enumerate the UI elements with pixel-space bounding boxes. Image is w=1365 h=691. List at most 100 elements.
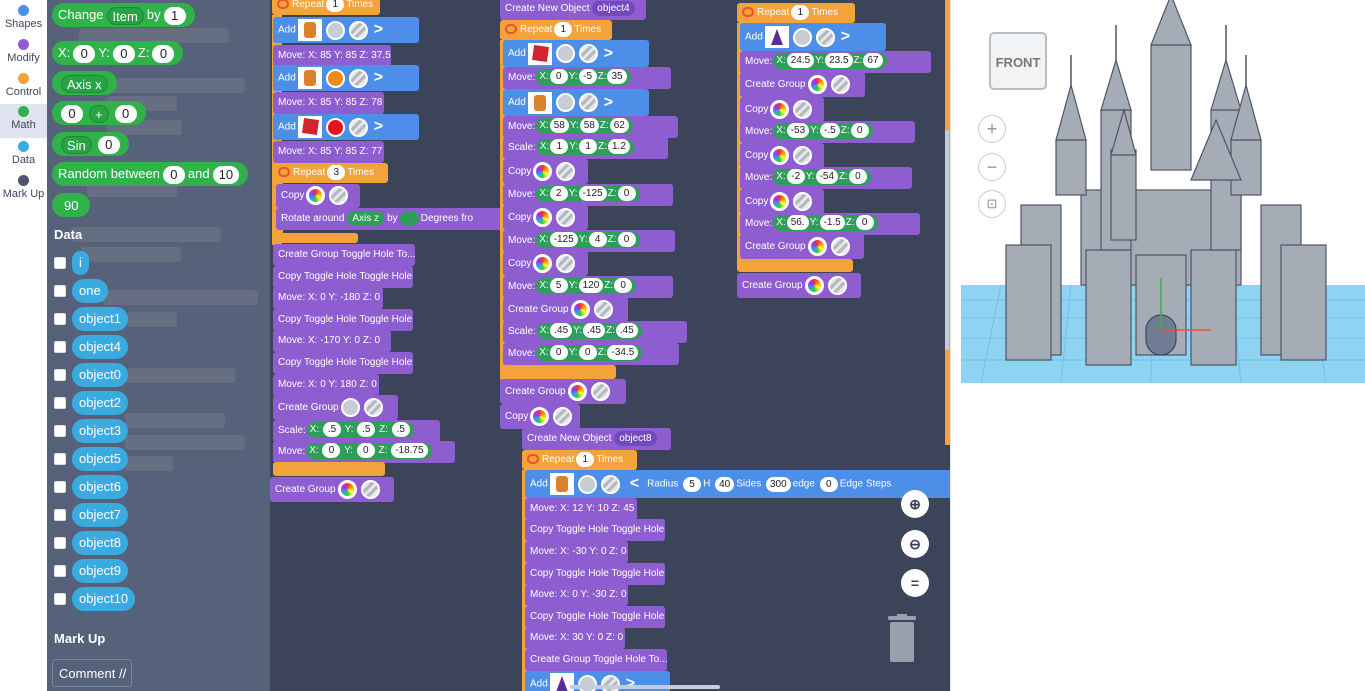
category-modify[interactable]: Modify	[0, 37, 47, 71]
color-swatch-icon[interactable]	[555, 44, 575, 63]
scale-block[interactable]: Scale: X: .5 Y: .5 Z: .5	[273, 420, 440, 442]
hole-swatch-icon[interactable]	[815, 27, 835, 47]
move-block[interactable]: Move: X: 24.5 Y: 23.5 Z: 67	[740, 51, 931, 73]
hole-swatch-icon[interactable]	[830, 236, 850, 256]
x-value[interactable]: 5	[549, 278, 568, 294]
hole-swatch-icon[interactable]	[553, 406, 573, 426]
repeat-block[interactable]: Repeat 1 Times	[522, 450, 637, 470]
random-max[interactable]: 10	[212, 165, 240, 184]
y-value[interactable]: .5	[357, 422, 376, 438]
operator-dropdown[interactable]: +	[89, 104, 109, 123]
rainbow-color-icon[interactable]	[533, 253, 553, 273]
random-min[interactable]: 0	[162, 165, 185, 184]
xyz-block[interactable]: X: 0 Y: 0 Z: 0	[52, 41, 184, 65]
y-value[interactable]: .45	[583, 323, 605, 339]
z-value[interactable]: 0	[617, 186, 636, 202]
viewer-zoom-in-icon[interactable]: +	[978, 115, 1006, 143]
repeat-count[interactable]: 1	[326, 0, 345, 12]
move-block[interactable]: Move: X: -53 Y: -.5 Z: 0	[740, 121, 915, 143]
z-value[interactable]: 0	[848, 169, 867, 185]
zoom-out-icon[interactable]: ⊖	[901, 530, 929, 558]
object-dropdown[interactable]: object4	[592, 0, 635, 16]
hole-swatch-icon[interactable]	[600, 474, 620, 494]
variable-checkbox[interactable]	[54, 509, 66, 521]
red-color-icon[interactable]	[325, 117, 345, 137]
edge-value[interactable]: 0	[819, 476, 838, 492]
add-cylinder-block[interactable]: Add >	[273, 17, 419, 43]
viewer-zoom-out-icon[interactable]: −	[978, 153, 1006, 181]
x-value[interactable]: 2	[549, 186, 568, 202]
hole-swatch-icon[interactable]	[830, 74, 850, 94]
add-box-block[interactable]: Add >	[503, 40, 649, 67]
variable-block[interactable]: object6	[72, 475, 128, 499]
fit-view-icon[interactable]: ⊡	[978, 190, 1006, 218]
hole-swatch-icon[interactable]	[590, 381, 610, 401]
chevron-right-icon[interactable]: >	[374, 114, 383, 140]
copy-toggle-block[interactable]: Copy Toggle Hole Toggle Hole	[525, 519, 665, 541]
move-block[interactable]: Move: X: 85 Y: 85 Z: 77	[273, 141, 384, 163]
z-value[interactable]: 62	[609, 118, 629, 134]
move-block[interactable]: Move: X: 56. Y: -1.5 Z: 0	[740, 213, 920, 235]
arithmetic-block[interactable]: 0 +0	[52, 101, 146, 125]
z-value[interactable]: .45	[615, 323, 638, 339]
move-block[interactable]: Move: X: -125 Y: 4 Z: 0	[503, 230, 675, 252]
variable-block[interactable]: object0	[72, 363, 128, 387]
hole-swatch-icon[interactable]	[556, 161, 576, 181]
random-block[interactable]: Random between 0 and 10	[52, 162, 249, 186]
trash-icon[interactable]	[884, 614, 920, 664]
variable-checkbox[interactable]	[54, 593, 66, 605]
radius-value[interactable]: 5	[683, 476, 702, 492]
create-group-block[interactable]: Create Group	[740, 234, 864, 259]
y-value[interactable]: -5	[578, 69, 597, 85]
3d-viewer[interactable]: FRONT + − ⊡	[950, 0, 1365, 691]
rainbow-color-icon[interactable]	[306, 185, 326, 205]
x-value[interactable]: 58	[549, 118, 569, 134]
add-cone-block[interactable]: Add >	[740, 23, 886, 51]
repeat-count[interactable]: 1	[576, 451, 595, 467]
z-value[interactable]: 67	[863, 53, 883, 69]
color-swatch-icon[interactable]	[340, 397, 360, 417]
rainbow-color-icon[interactable]	[567, 381, 587, 401]
copy-block[interactable]: Copy	[740, 97, 824, 122]
create-group-toggle-block[interactable]: Create Group Toggle Hole To...	[273, 244, 416, 266]
move-block[interactable]: Move: X: 0 Y: 0 Z: -34.5	[503, 343, 679, 365]
category-math[interactable]: Math	[0, 104, 47, 138]
variable-block[interactable]: object9	[72, 559, 128, 583]
sides-value[interactable]: 300	[766, 476, 791, 492]
move-block[interactable]: Move: X: 58 Y: 58 Z: 62	[503, 116, 678, 138]
hole-swatch-icon[interactable]	[348, 20, 368, 40]
category-data[interactable]: Data	[0, 139, 47, 173]
variable-checkbox[interactable]	[54, 481, 66, 493]
z-value[interactable]: .5	[391, 422, 410, 438]
create-new-object-block[interactable]: Create New Object object8	[522, 428, 671, 450]
rainbow-color-icon[interactable]	[533, 207, 553, 227]
repeat-block[interactable]: Repeat 1 Times	[272, 0, 380, 15]
copy-block[interactable]: Copy	[740, 143, 824, 168]
x-value[interactable]: 0	[73, 44, 96, 63]
z-value[interactable]: 35	[607, 69, 627, 85]
z-value[interactable]: 0	[850, 123, 869, 139]
add-box-block[interactable]: Add >	[273, 114, 419, 140]
copy-block[interactable]: Copy	[503, 251, 588, 276]
copy-toggle-block[interactable]: Copy Toggle Hole Toggle Hole	[525, 563, 665, 585]
color-swatch-icon[interactable]	[555, 93, 575, 112]
hole-swatch-icon[interactable]	[348, 68, 368, 88]
z-value[interactable]: 0	[855, 215, 874, 231]
y-value[interactable]: 1	[579, 139, 598, 155]
z-value[interactable]: 0	[152, 44, 175, 63]
move-block[interactable]: Move: X: 85 Y: 85 Z: 37.5	[273, 45, 391, 67]
axis-block[interactable]: Axis x	[52, 71, 117, 95]
move-block[interactable]: Move: X: 0 Y: 0 Z: -18.75	[273, 441, 455, 463]
copy-block[interactable]: Copy	[740, 189, 824, 214]
add-cylinder-block[interactable]: Add < Radius 5H 40 Sides 300 edge 0 Edge Step…	[525, 470, 950, 498]
hole-swatch-icon[interactable]	[578, 93, 598, 112]
move-block[interactable]: Move: X: 30 Y: 0 Z: 0	[525, 627, 625, 649]
repeat-count[interactable]: 3	[327, 164, 346, 180]
variable-checkbox[interactable]	[54, 453, 66, 465]
number-value[interactable]: 90	[58, 196, 85, 215]
chevron-left-icon[interactable]: <	[630, 470, 639, 498]
hole-swatch-icon[interactable]	[363, 397, 383, 417]
axis-dropdown[interactable]: Axis x	[61, 74, 108, 93]
x-value[interactable]: 0	[549, 345, 568, 361]
chevron-right-icon[interactable]: >	[374, 65, 383, 91]
